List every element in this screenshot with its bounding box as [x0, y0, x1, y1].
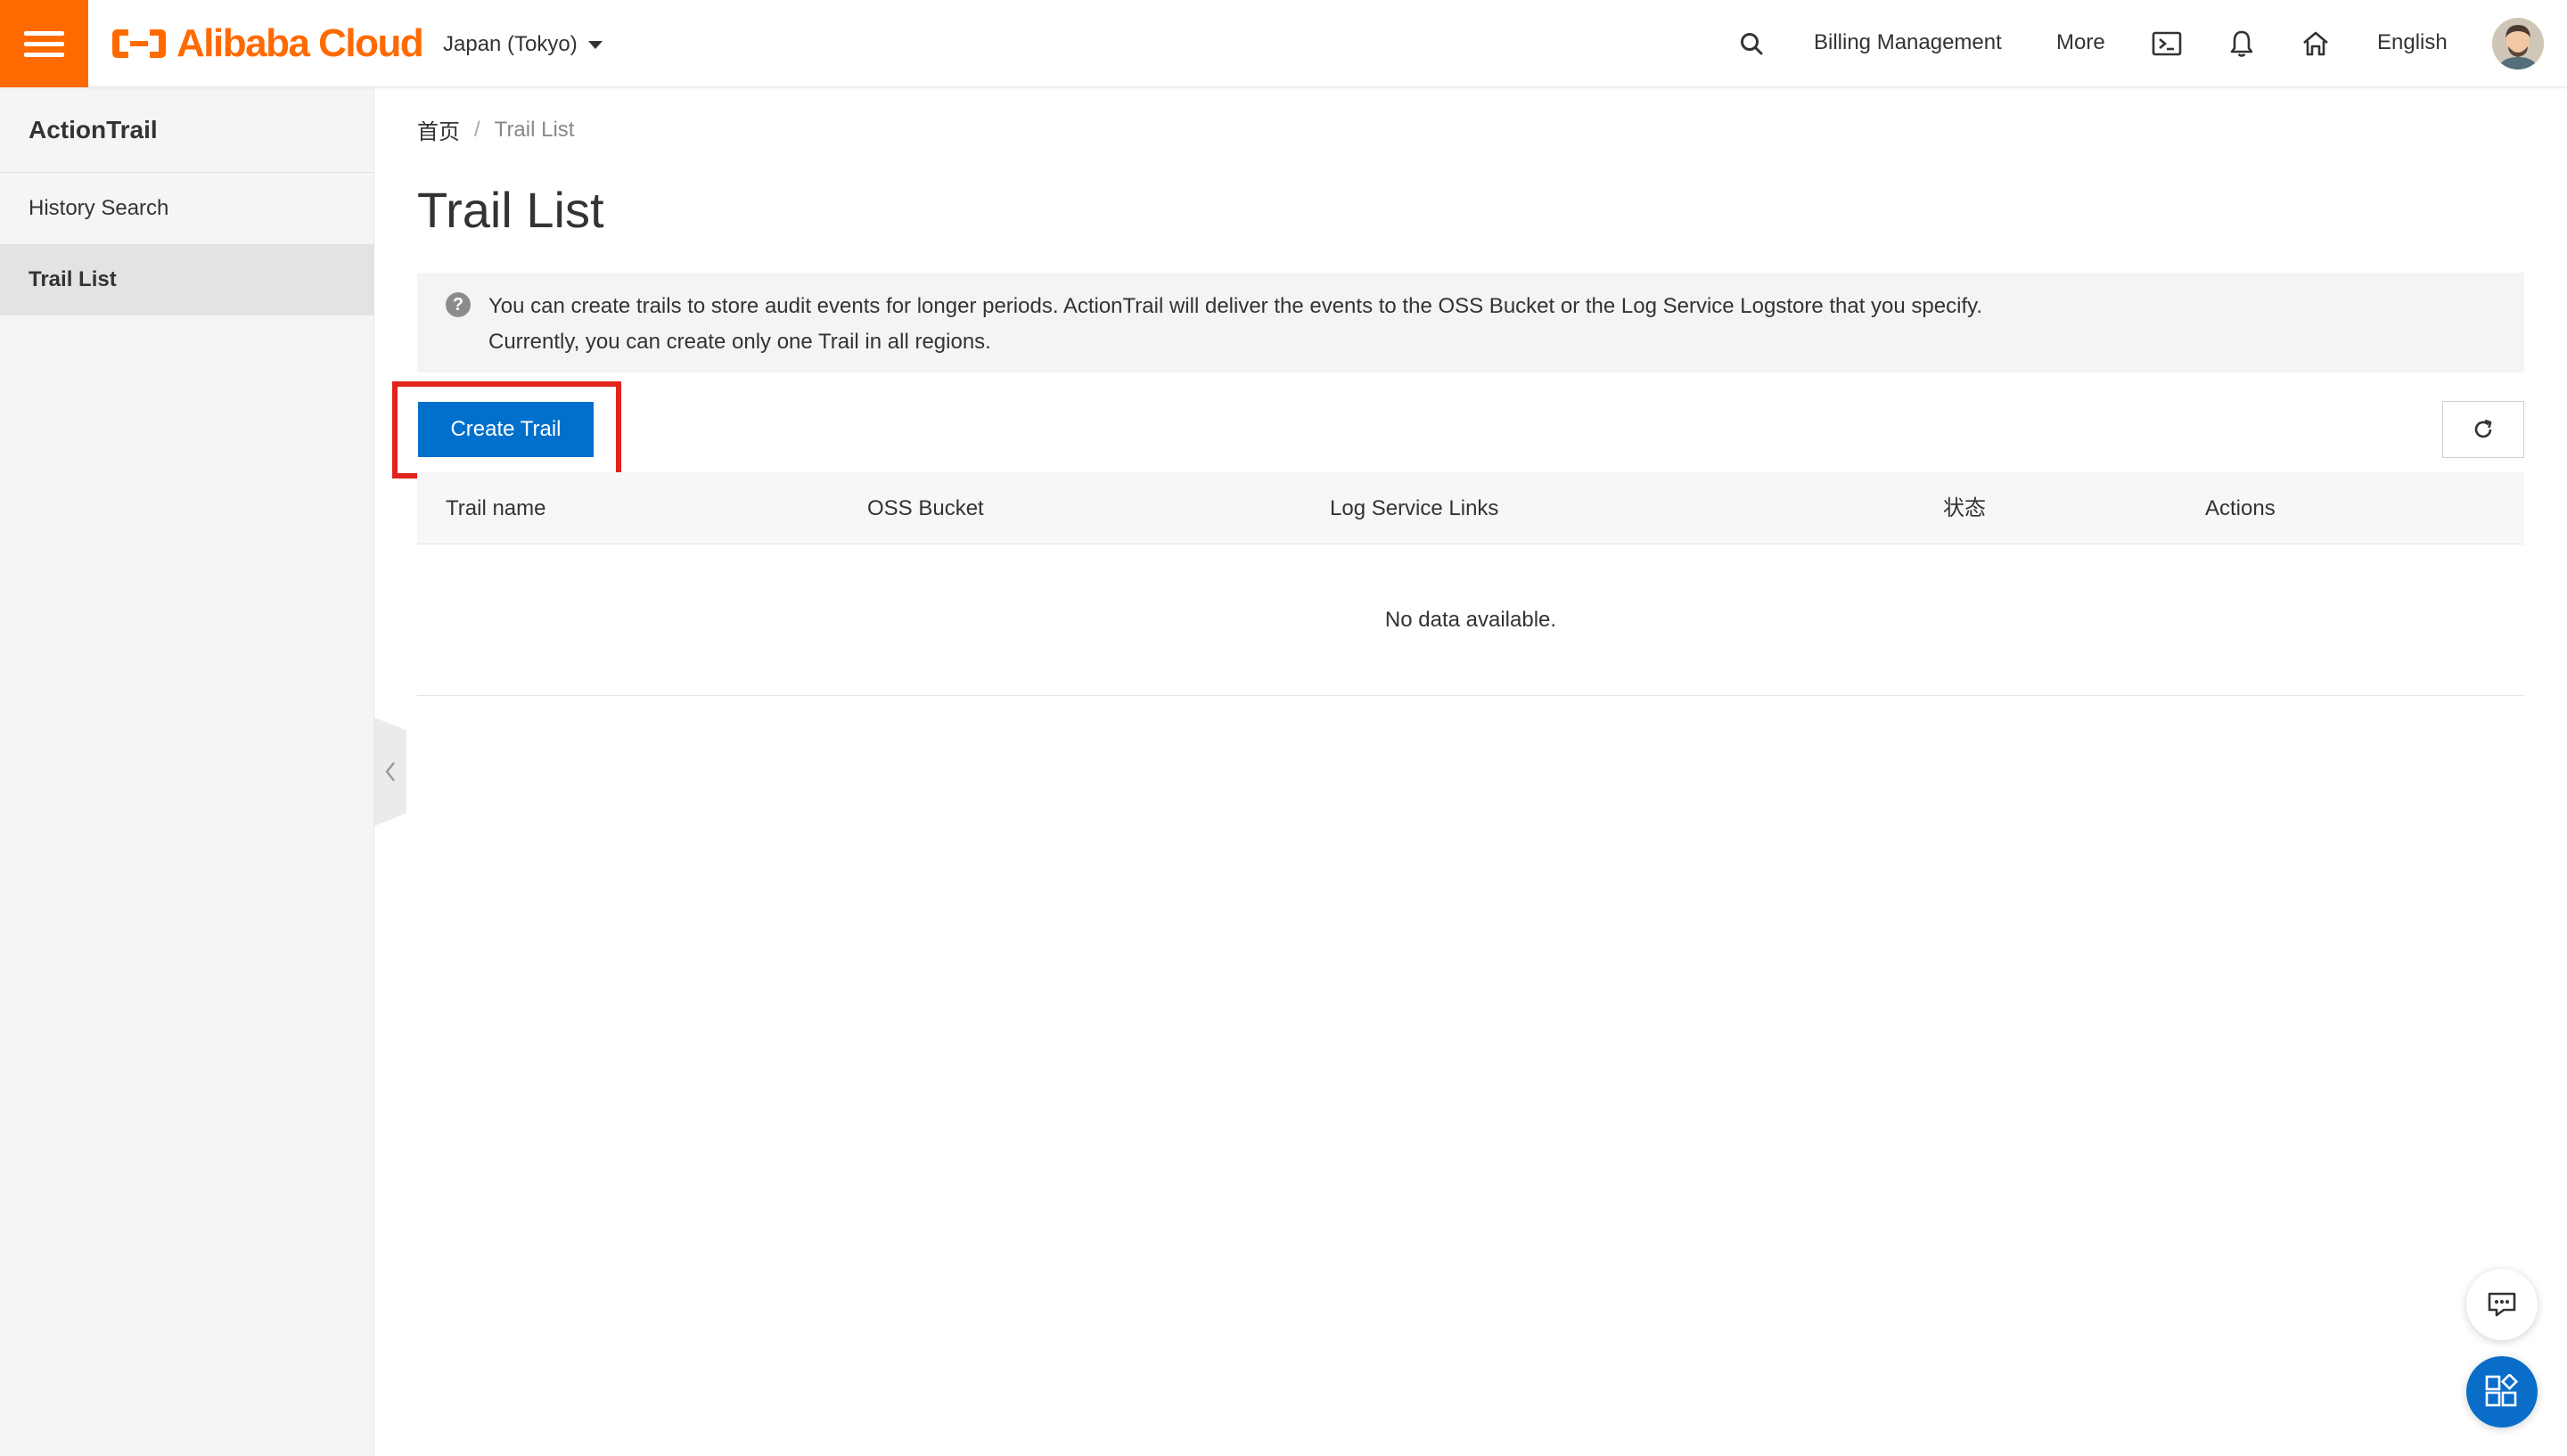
home-icon[interactable]: [2298, 26, 2333, 61]
table-header: Trail name OSS Bucket Log Service Links …: [417, 472, 2524, 544]
user-avatar[interactable]: [2492, 18, 2544, 70]
alibaba-cloud-logo[interactable]: Alibaba Cloud: [111, 21, 424, 65]
refresh-icon: [2474, 419, 2492, 438]
page-title: Trail List: [417, 182, 604, 238]
sidebar-item-trail-list[interactable]: Trail List: [0, 244, 373, 315]
bell-icon[interactable]: [2224, 26, 2259, 61]
table-empty-state: No data available.: [417, 544, 2524, 696]
column-header-status: 状态: [1943, 496, 1986, 520]
alibaba-logo-icon: [112, 29, 166, 58]
breadcrumb-current: Trail List: [494, 117, 575, 142]
column-header-log-service-links: Log Service Links: [1330, 496, 1499, 520]
logo-text: Alibaba Cloud: [176, 21, 424, 65]
search-icon[interactable]: [1734, 26, 1769, 61]
sidebar: ActionTrail History Search Trail List: [0, 87, 374, 1456]
refresh-button[interactable]: [2442, 401, 2524, 458]
breadcrumb-separator: /: [474, 117, 480, 142]
question-circle-icon: ?: [446, 292, 471, 317]
more-menu[interactable]: More: [2056, 27, 2105, 59]
notice-text-line-2: Currently, you can create only one Trail…: [488, 330, 991, 354]
info-notice: ? You can create trails to store audit e…: [417, 273, 2524, 372]
hamburger-menu-icon[interactable]: [0, 0, 88, 87]
sidebar-title: ActionTrail: [0, 87, 373, 173]
column-header-oss-bucket: OSS Bucket: [867, 496, 984, 520]
notice-text-line-1: You can create trails to store audit eve…: [488, 294, 1983, 318]
billing-management-link[interactable]: Billing Management: [1814, 27, 2002, 59]
breadcrumb-home[interactable]: 首页: [417, 114, 460, 145]
language-selector[interactable]: English: [2377, 27, 2448, 59]
create-trail-button[interactable]: Create Trail: [418, 402, 594, 457]
chat-icon[interactable]: [2466, 1269, 2538, 1340]
column-header-actions: Actions: [2205, 496, 2276, 520]
chevron-left-icon: [385, 762, 395, 781]
breadcrumb: 首页 / Trail List: [417, 114, 574, 145]
column-header-trail-name: Trail name: [446, 496, 546, 520]
caret-down-icon: [587, 40, 603, 49]
apps-grid-icon[interactable]: [2466, 1356, 2538, 1427]
terminal-icon[interactable]: [2149, 26, 2185, 61]
region-label: Japan (Tokyo): [443, 32, 578, 56]
trail-table: Trail name OSS Bucket Log Service Links …: [417, 472, 2524, 696]
sidebar-item-history-search[interactable]: History Search: [0, 173, 373, 244]
region-selector[interactable]: Japan (Tokyo): [443, 25, 603, 64]
sidebar-collapse-toggle[interactable]: [374, 717, 406, 826]
top-navigation-bar: Alibaba Cloud Japan (Tokyo) Billing Mana…: [0, 0, 2567, 87]
